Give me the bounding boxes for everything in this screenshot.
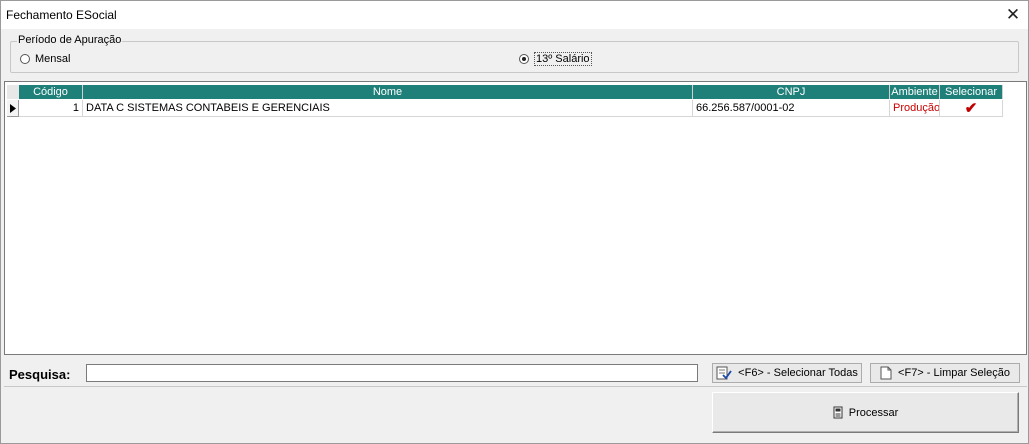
period-legend: Período de Apuração (17, 34, 123, 46)
search-input[interactable] (86, 364, 698, 382)
cell-cnpj[interactable]: 66.256.587/0001-02 (693, 100, 890, 117)
radio-mensal-indicator[interactable] (20, 54, 30, 64)
current-row-indicator (7, 100, 19, 117)
clear-selection-label: <F7> - Limpar Seleção (898, 367, 1010, 379)
checkmark-icon[interactable]: ✔ (940, 100, 1003, 117)
select-all-label: <F6> - Selecionar Todas (738, 367, 858, 379)
column-header-ambiente[interactable]: Ambiente (890, 85, 940, 99)
search-label: Pesquisa: (9, 367, 71, 382)
radio-13-salario-indicator[interactable] (519, 54, 529, 64)
process-icon (833, 406, 843, 419)
column-header-codigo[interactable]: Código (19, 85, 83, 99)
radio-mensal[interactable]: Mensal (20, 53, 70, 65)
close-icon[interactable]: ✕ (998, 1, 1028, 29)
blank-page-icon (880, 366, 892, 380)
select-all-icon (716, 366, 732, 380)
cell-ambiente[interactable]: Produção (890, 100, 940, 117)
window-title: Fechamento ESocial (6, 8, 117, 22)
select-all-button[interactable]: <F6> - Selecionar Todas (712, 363, 862, 383)
period-groupbox (10, 41, 1019, 73)
column-header-cnpj[interactable]: CNPJ (693, 85, 890, 99)
row-pointer-icon (10, 104, 16, 113)
clear-selection-button[interactable]: <F7> - Limpar Seleção (870, 363, 1020, 383)
radio-mensal-label: Mensal (35, 53, 71, 65)
process-button[interactable]: Processar (712, 392, 1019, 433)
title-bar: Fechamento ESocial ✕ (1, 1, 1028, 29)
window: Fechamento ESocial ✕ Período de Apuração… (0, 0, 1029, 444)
column-header-selecionar[interactable]: Selecionar (940, 85, 1003, 99)
cell-nome[interactable]: DATA C SISTEMAS CONTABEIS E GERENCIAIS (83, 100, 693, 117)
column-header-nome[interactable]: Nome (83, 85, 693, 99)
companies-grid[interactable]: Código Nome CNPJ Ambiente Selecionar 1 D… (4, 81, 1027, 355)
radio-13-salario-label: 13º Salário (534, 52, 592, 66)
process-label: Processar (848, 406, 899, 419)
cell-codigo[interactable]: 1 (19, 100, 83, 117)
radio-13-salario[interactable]: 13º Salário (519, 52, 592, 66)
